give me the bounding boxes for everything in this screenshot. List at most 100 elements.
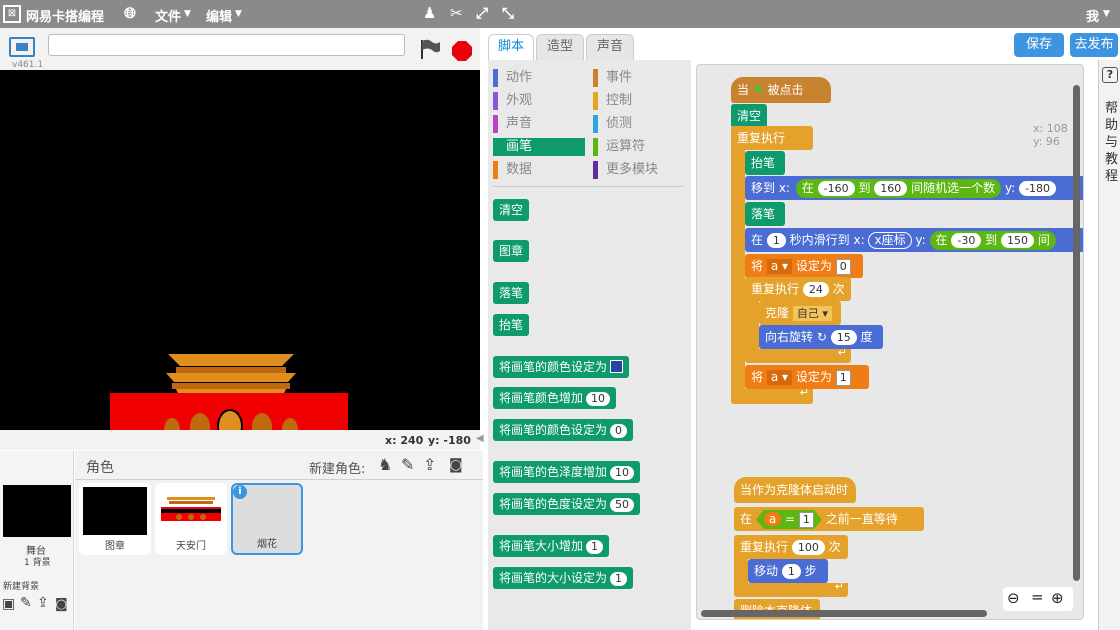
backdrop-upload-icon[interactable]: ⇪ (37, 595, 49, 611)
presentation-mode-icon[interactable] (9, 37, 35, 57)
move-steps-block[interactable]: 移动 1 步 (748, 559, 828, 583)
go-to-xy-block[interactable]: 移到 x: 在 -160 到 160 间随机选一个数 y: -180 (745, 176, 1083, 200)
help-question-icon[interactable]: ? (1102, 67, 1118, 83)
pen-up-block[interactable]: 抬笔 (745, 151, 785, 175)
script-area[interactable]: x: 108 y: 96 当 ⚑ 被点击 清空 重复执行 抬笔 移到 x: 在 … (696, 64, 1084, 620)
grow-tool-icon[interactable]: ⤢ (476, 4, 488, 22)
zoom-reset-icon[interactable]: = (1031, 588, 1044, 606)
sprite-library-icon[interactable]: ♞ (378, 455, 392, 474)
category-2[interactable]: 外观 (493, 92, 585, 110)
value-input[interactable]: 10 (586, 392, 611, 406)
zoom-out-icon[interactable]: ⊖ (1007, 589, 1020, 607)
publish-button[interactable]: 去发布 (1070, 33, 1118, 57)
random-reporter[interactable]: 在 -160 到 160 间随机选一个数 (795, 179, 1002, 198)
palette-set-color-block[interactable]: 将画笔的颜色设定为 (493, 356, 630, 378)
clone-block[interactable]: 克隆 自己 ▾ (759, 301, 841, 325)
wait-until-block[interactable]: 在 a = 1 之前一直等待 (734, 507, 924, 531)
value-input[interactable]: 50 (610, 498, 635, 512)
set-variable-block[interactable]: 将 a ▾ 设定为 0 (745, 254, 863, 278)
variable-dropdown[interactable]: a ▾ (766, 259, 793, 274)
sprite-upload-icon[interactable]: ⇪ (423, 455, 436, 474)
value-input[interactable]: 100 (791, 540, 825, 555)
equals-reporter[interactable]: a = 1 (756, 510, 822, 529)
shrink-tool-icon[interactable]: ⤡ (502, 4, 514, 22)
tab-sounds[interactable]: 声音 (586, 34, 634, 60)
when-clone-start-block[interactable]: 当作为克隆体启动时 (734, 477, 856, 503)
green-flag-icon[interactable] (418, 38, 442, 60)
palette-change-size-block[interactable]: 将画笔大小增加 1 (493, 535, 610, 557)
value-input[interactable]: 150 (1001, 233, 1034, 248)
stage-thumbnail[interactable] (3, 485, 71, 537)
variable-reporter[interactable]: a (764, 512, 781, 526)
app-name[interactable]: 网易卡搭编程 (26, 6, 104, 25)
value-input[interactable]: 1 (766, 233, 786, 248)
duplicate-tool-icon[interactable]: ♟ (423, 4, 436, 22)
backdrop-paint-icon[interactable]: ✎ (20, 595, 32, 611)
menu-edit[interactable]: 编辑 (206, 6, 232, 25)
menu-file[interactable]: 文件 (155, 6, 181, 25)
category-5[interactable]: 侦测 (593, 115, 685, 133)
category-8[interactable]: 数据 (493, 161, 585, 179)
palette-change-color-block[interactable]: 将画笔颜色增加 10 (493, 387, 617, 409)
value-input[interactable]: 1 (835, 370, 851, 386)
value-input[interactable]: 160 (874, 181, 908, 196)
value-input[interactable]: 24 (802, 282, 829, 297)
save-button[interactable]: 保存 (1014, 33, 1064, 57)
palette-change-shade-block[interactable]: 将画笔的色泽度增加 10 (493, 461, 641, 483)
palette-clear-block[interactable]: 清空 (493, 199, 530, 221)
palette-pen-up-block[interactable]: 抬笔 (493, 314, 530, 336)
category-4[interactable]: 声音 (493, 115, 585, 133)
palette-set-shade-block[interactable]: 将画笔的色度设定为 50 (493, 493, 641, 515)
value-input[interactable]: -160 (817, 181, 855, 196)
random-reporter[interactable]: 在 -30 到 150 间 (929, 231, 1056, 250)
sprite-camera-icon[interactable]: ◙ (449, 457, 463, 473)
palette-stamp-block[interactable]: 图章 (493, 240, 530, 262)
backdrop-camera-icon[interactable]: ◙ (55, 597, 68, 612)
backdrop-library-icon[interactable]: ▣ (2, 596, 15, 612)
stage-canvas[interactable] (0, 70, 480, 430)
sprite-tile[interactable]: 天安门 (155, 483, 227, 555)
repeat-block[interactable]: 重复执行 100 次 (734, 535, 848, 559)
repeat-block[interactable]: 重复执行 24 次 (745, 277, 851, 301)
palette-set-size-block[interactable]: 将画笔的大小设定为 1 (493, 567, 634, 589)
color-swatch[interactable] (610, 360, 624, 373)
zoom-in-icon[interactable]: ⊕ (1051, 589, 1064, 607)
category-3[interactable]: 控制 (593, 92, 685, 110)
app-logo-icon[interactable]: ⊠ (3, 5, 21, 23)
value-input[interactable]: 10 (610, 466, 635, 480)
value-input[interactable]: 15 (830, 330, 857, 345)
value-input[interactable]: 0 (835, 259, 851, 275)
forever-block[interactable]: 重复执行 (731, 126, 813, 150)
variable-reporter[interactable]: x座标 (868, 232, 912, 249)
tab-scripts[interactable]: 脚本 (488, 34, 534, 60)
help-panel[interactable]: ? 帮助与教程 (1098, 60, 1120, 630)
clone-dropdown[interactable]: 自己 ▾ (792, 306, 832, 321)
value-input[interactable]: 1 (799, 512, 814, 528)
category-1[interactable]: 事件 (593, 69, 685, 87)
globe-icon[interactable]: 🌐︎ (124, 4, 136, 22)
vertical-scrollbar[interactable] (1073, 85, 1080, 581)
project-name-input[interactable] (48, 34, 405, 56)
category-0[interactable]: 动作 (493, 69, 585, 87)
clear-block[interactable]: 清空 (731, 104, 767, 128)
glide-block[interactable]: 在 1 秒内滑行到 x: x座标 y: 在 -30 到 150 间 (745, 228, 1083, 252)
value-input[interactable]: 1 (781, 564, 801, 579)
turn-right-block[interactable]: 向右旋转 ↻ 15 度 (759, 325, 883, 349)
when-flag-clicked-block[interactable]: 当 ⚑ 被点击 (731, 77, 831, 103)
palette-set-color-value-block[interactable]: 将画笔的颜色设定为 0 (493, 419, 634, 441)
category-6[interactable]: 画笔 (493, 138, 585, 156)
category-7[interactable]: 运算符 (593, 138, 685, 156)
tab-costumes[interactable]: 造型 (536, 34, 584, 60)
collapse-arrow-icon[interactable]: ◀ (476, 433, 484, 444)
sprite-tile-selected[interactable]: i 烟花 (231, 483, 303, 555)
value-input[interactable]: -180 (1019, 181, 1057, 196)
cut-tool-icon[interactable]: ✂ (450, 4, 463, 22)
sprite-info-icon[interactable]: i (233, 485, 247, 499)
value-input[interactable]: -30 (951, 233, 982, 248)
value-input[interactable]: 1 (610, 572, 628, 586)
value-input[interactable]: 1 (586, 540, 604, 554)
user-menu[interactable]: 我 (1086, 6, 1099, 25)
palette-pen-down-block[interactable]: 落笔 (493, 282, 530, 304)
variable-dropdown[interactable]: a ▾ (766, 370, 793, 385)
sprite-tile[interactable]: 图章 (79, 483, 151, 555)
